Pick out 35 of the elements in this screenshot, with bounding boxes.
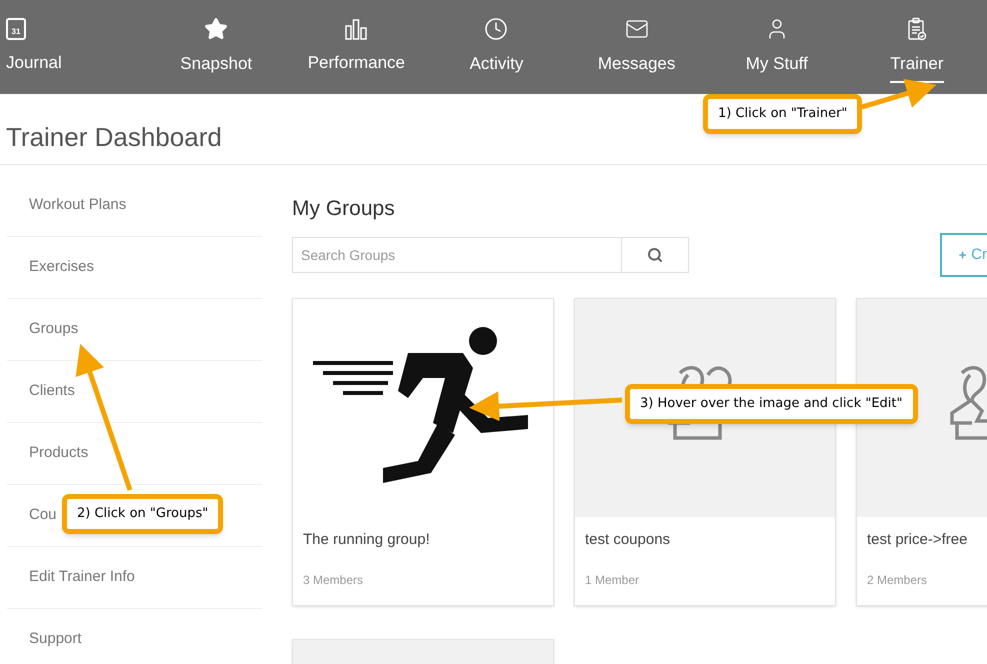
group-name: test price->free bbox=[867, 530, 968, 550]
group-name: test coupons bbox=[585, 530, 672, 550]
search-icon bbox=[647, 247, 663, 263]
search-input[interactable]: Search Groups bbox=[293, 238, 621, 272]
section-title: My Groups bbox=[292, 196, 396, 222]
member-count: 3 Members bbox=[303, 572, 364, 589]
star-icon bbox=[204, 17, 228, 42]
sidebar-item[interactable]: Products bbox=[29, 442, 88, 465]
calendar-icon: 31 bbox=[6, 18, 26, 40]
nav-tab[interactable]: Messages bbox=[566, 0, 707, 94]
callout-tooltip: 1) Click on "Trainer" bbox=[703, 94, 862, 134]
nav-tab[interactable]: Trainer bbox=[846, 0, 987, 94]
nav-tab[interactable]: Snapshot bbox=[146, 0, 286, 94]
sidebar-item[interactable]: Support bbox=[29, 628, 82, 651]
sidebar-item[interactable]: Edit Trainer Info bbox=[29, 566, 135, 589]
plus-icon bbox=[958, 249, 968, 261]
sidebar-item[interactable]: Groups bbox=[29, 318, 78, 341]
search-field[interactable]: Search Groups bbox=[292, 237, 689, 273]
sidebar-item[interactable]: Workout Plans bbox=[29, 194, 126, 217]
nav-tab[interactable]: My Stuff bbox=[706, 0, 847, 94]
nav-tab[interactable]: 31 Journal bbox=[0, 0, 146, 94]
clock-icon bbox=[484, 17, 508, 42]
group-card[interactable]: The running group! 3 Members bbox=[292, 298, 554, 606]
sidebar-item[interactable]: Exercises bbox=[29, 256, 94, 279]
nav-tab[interactable]: Activity bbox=[426, 0, 567, 94]
member-count: 2 Members bbox=[867, 572, 928, 589]
sidebar-item[interactable]: Clients bbox=[29, 380, 75, 403]
callout-tooltip: 2) Click on "Groups" bbox=[62, 494, 224, 534]
nav-tab[interactable]: Performance bbox=[286, 0, 426, 94]
sidebar-item[interactable]: Cou bbox=[29, 504, 57, 527]
bar-chart-icon bbox=[344, 18, 368, 40]
clipboard-icon bbox=[906, 17, 927, 42]
callout-tooltip: 3) Hover over the image and click "Edit" bbox=[625, 384, 918, 424]
group-name: The running group! bbox=[303, 530, 431, 550]
member-count: 1 Member bbox=[585, 572, 640, 589]
